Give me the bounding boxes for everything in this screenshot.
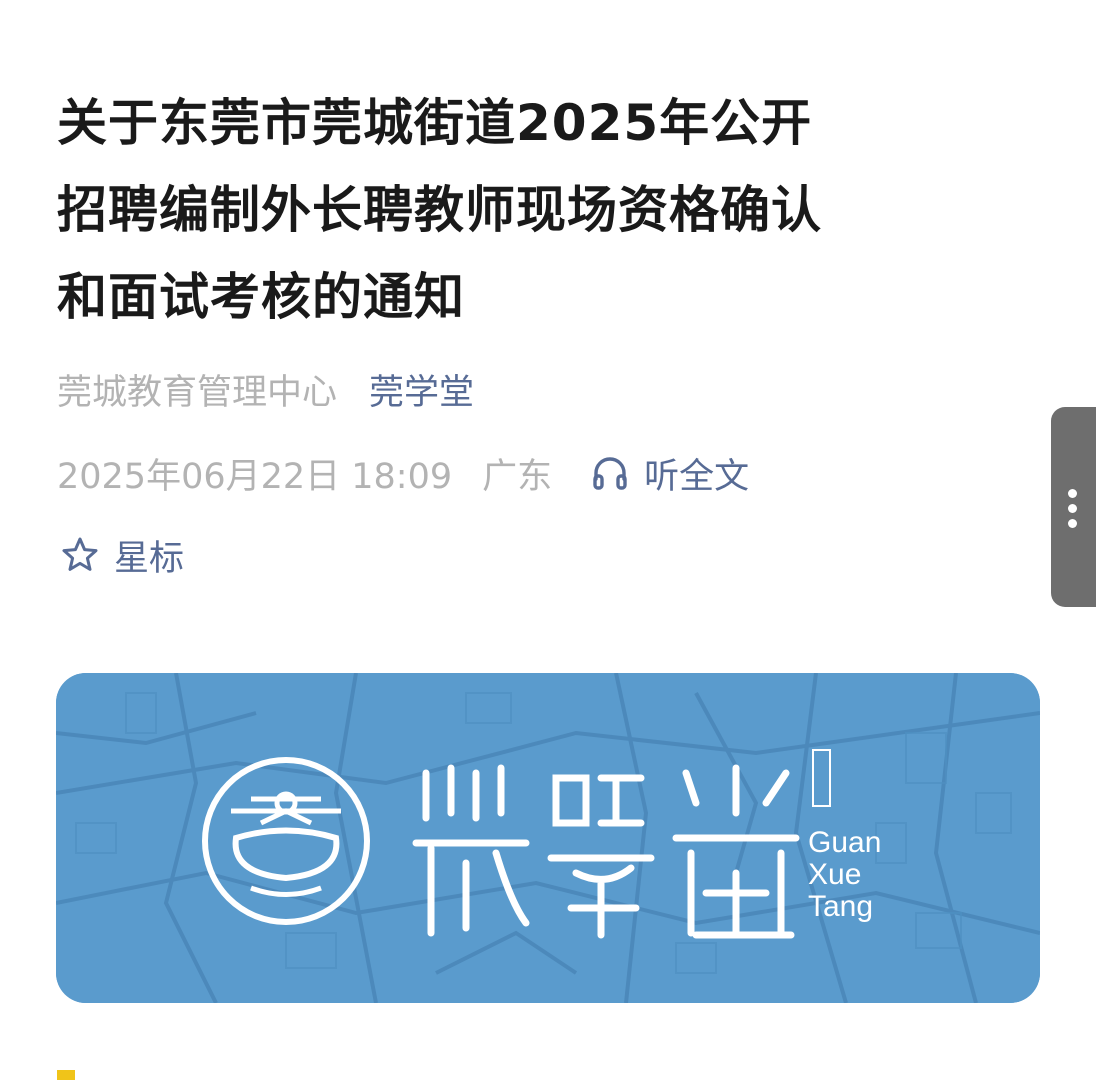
more-vertical-icon	[1068, 489, 1078, 534]
title-line: 和面试考核的通知	[57, 268, 465, 326]
map-background	[56, 673, 1040, 1003]
headphones-icon	[593, 457, 627, 490]
star-button[interactable]: 星标	[57, 530, 184, 580]
title-line: 招聘编制外长聘教师现场资格确认	[57, 181, 822, 239]
author-name: 莞城教育管理中心	[57, 372, 338, 413]
listen-label: 听全文	[644, 456, 750, 497]
more-options-tab[interactable]	[1051, 407, 1096, 607]
publish-region: 广东	[482, 456, 553, 497]
brand-latin-name: Guan Xue Tang	[808, 827, 881, 923]
article-title: 关于东莞市莞城街道2025年公开 招聘编制外长聘教师现场资格确认 和面试考核的通…	[57, 80, 1037, 341]
account-link[interactable]: 莞学堂	[369, 364, 474, 415]
latin-line: Tang	[808, 890, 874, 923]
star-outline-icon	[62, 537, 98, 571]
latin-line: Xue	[808, 858, 862, 891]
star-label: 星标	[114, 538, 185, 579]
latin-line: Guan	[808, 826, 882, 859]
author-row: 莞城教育管理中心 莞学堂	[57, 364, 474, 414]
section-accent-bar	[57, 1070, 75, 1080]
publish-time: 2025年06月22日 18:09	[57, 456, 453, 497]
brand-banner: Guan Xue Tang	[56, 673, 1040, 1003]
listen-button[interactable]: 听全文	[590, 448, 749, 499]
title-line: 关于东莞市莞城街道2025年公开	[57, 94, 813, 152]
publish-info-row: 2025年06月22日 18:09 广东 听全文	[57, 448, 749, 498]
